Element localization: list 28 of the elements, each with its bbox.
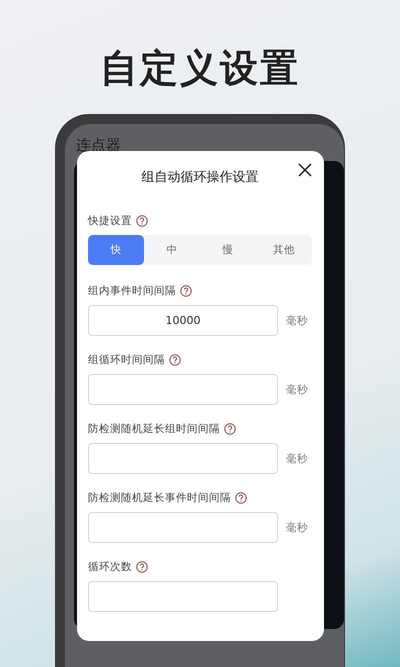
speed-option[interactable]: 中 [144, 235, 200, 265]
speed-option[interactable]: 快 [88, 235, 144, 265]
close-icon [298, 163, 312, 177]
input-field[interactable] [88, 512, 278, 543]
help-icon[interactable] [136, 561, 148, 573]
field-label: 组内事件时间间隔 [88, 284, 176, 298]
unit-label: 毫秒 [286, 520, 308, 534]
input-field[interactable] [88, 581, 278, 612]
field-label: 循环次数 [88, 560, 132, 574]
unit-label: 毫秒 [286, 452, 308, 466]
dialog-title: 组自动循环操作设置 [142, 169, 258, 186]
headline: 自定义设置 [100, 45, 300, 92]
help-icon[interactable] [136, 215, 148, 227]
input-field[interactable]: 10000 [88, 305, 278, 336]
help-icon[interactable] [235, 492, 247, 504]
field-label: 组循环时间间隔 [88, 353, 165, 367]
help-icon[interactable] [224, 423, 236, 435]
help-icon[interactable] [169, 354, 181, 366]
speed-option[interactable]: 其他 [256, 235, 312, 265]
unit-label: 毫秒 [286, 382, 308, 396]
field-label: 防检测随机延长事件时间间隔 [88, 491, 231, 505]
unit-label: 毫秒 [286, 314, 308, 328]
field-label: 防检测随机延长组时间间隔 [88, 422, 220, 436]
input-field[interactable] [88, 374, 278, 405]
field-label: 快捷设置 [88, 214, 132, 228]
help-icon[interactable] [180, 285, 192, 297]
speed-option[interactable]: 慢 [200, 235, 256, 265]
input-field[interactable] [88, 443, 278, 474]
